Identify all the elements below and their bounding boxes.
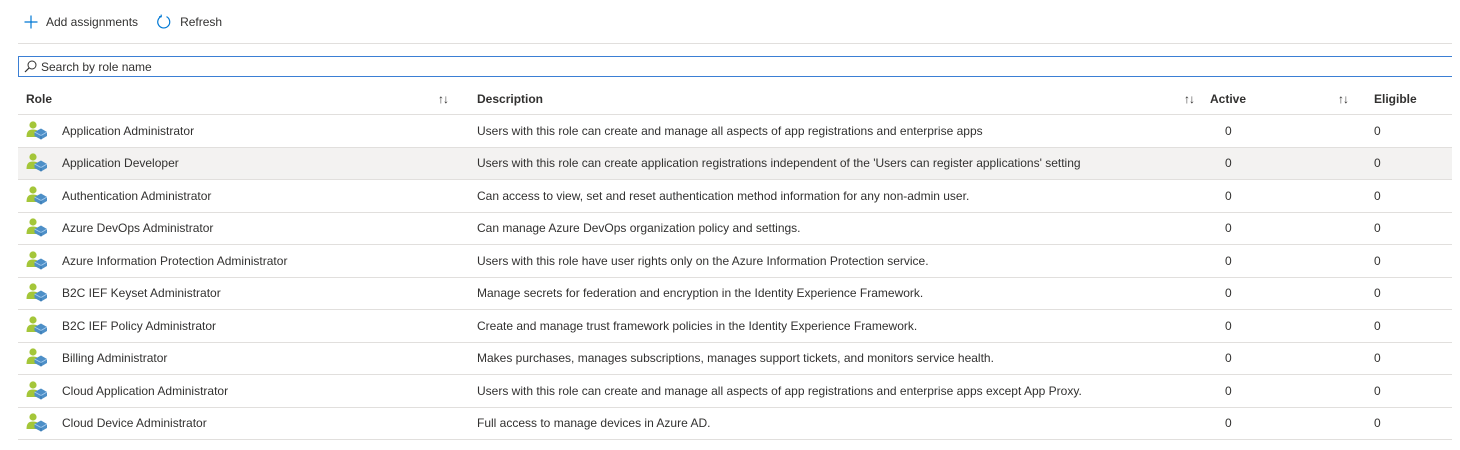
active-count: 0	[1225, 221, 1232, 236]
header-active[interactable]: Active	[1210, 92, 1246, 106]
grid-header: Role ↑↓ Description ↑↓ Active ↑↓ Eligibl…	[18, 83, 1452, 115]
active-count: 0	[1225, 188, 1232, 203]
role-description: Users with this role can create applicat…	[477, 156, 1081, 171]
header-eligible[interactable]: Eligible	[1374, 92, 1417, 106]
eligible-count: 0	[1374, 221, 1381, 236]
table-row[interactable]: Application Developer Users with this ro…	[18, 147, 1452, 180]
table-row[interactable]: Cloud Device Administrator Full access t…	[18, 408, 1452, 440]
role-user-icon	[25, 120, 47, 142]
active-count: 0	[1225, 318, 1232, 333]
role-user-icon	[25, 185, 47, 207]
role-name: B2C IEF Policy Administrator	[62, 318, 217, 333]
table-row[interactable]: Authentication Administrator Can access …	[18, 180, 1452, 213]
active-count: 0	[1225, 156, 1232, 171]
table-row[interactable]: B2C IEF Keyset Administrator Manage secr…	[18, 278, 1452, 310]
table-row[interactable]: Azure Information Protection Administrat…	[18, 245, 1452, 278]
sort-role-icon[interactable]: ↑↓	[438, 92, 449, 106]
role-description: Users with this role can create and mana…	[477, 383, 1082, 398]
grid-body: Application Administrator Users with thi…	[18, 115, 1452, 440]
role-name: Application Administrator	[62, 123, 195, 138]
role-description: Full access to manage devices in Azure A…	[477, 416, 711, 431]
role-description: Create and manage trust framework polici…	[477, 318, 918, 333]
role-user-icon	[25, 152, 47, 174]
search-input[interactable]	[41, 57, 1452, 76]
role-description: Manage secrets for federation and encryp…	[477, 286, 924, 301]
eligible-count: 0	[1374, 318, 1381, 333]
active-count: 0	[1225, 383, 1232, 398]
eligible-count: 0	[1374, 416, 1381, 431]
table-row[interactable]: Cloud Application Administrator Users wi…	[18, 375, 1452, 408]
role-user-icon	[25, 347, 47, 369]
role-name: B2C IEF Keyset Administrator	[62, 286, 221, 301]
role-name: Application Developer	[62, 156, 179, 171]
header-role[interactable]: Role	[26, 92, 52, 106]
add-assignments-label: Add assignments	[46, 14, 139, 29]
role-name: Cloud Device Administrator	[62, 416, 207, 431]
table-row[interactable]: Azure DevOps Administrator Can manage Az…	[18, 213, 1452, 245]
refresh-label: Refresh	[180, 14, 223, 29]
eligible-count: 0	[1374, 351, 1381, 366]
role-user-icon	[25, 380, 47, 402]
active-count: 0	[1225, 253, 1232, 268]
eligible-count: 0	[1374, 383, 1381, 398]
active-count: 0	[1225, 416, 1232, 431]
header-description[interactable]: Description	[477, 92, 543, 106]
search-box	[18, 56, 1452, 77]
role-description: Can access to view, set and reset authen…	[477, 188, 970, 203]
role-user-icon	[25, 315, 47, 337]
role-description: Users with this role can create and mana…	[477, 123, 983, 138]
table-row[interactable]: Billing Administrator Makes purchases, m…	[18, 343, 1452, 375]
role-description: Users with this role have user rights on…	[477, 253, 929, 268]
role-name: Cloud Application Administrator	[62, 383, 229, 398]
role-name: Billing Administrator	[62, 351, 168, 366]
active-count: 0	[1225, 351, 1232, 366]
plus-icon	[24, 15, 38, 28]
refresh-button[interactable]: Refresh	[150, 8, 228, 36]
table-row[interactable]: Application Administrator Users with thi…	[18, 115, 1452, 148]
role-name: Azure DevOps Administrator	[62, 221, 214, 236]
role-user-icon	[25, 282, 47, 304]
eligible-count: 0	[1374, 253, 1381, 268]
sort-active-icon[interactable]: ↑↓	[1338, 92, 1349, 106]
eligible-count: 0	[1374, 156, 1381, 171]
eligible-count: 0	[1374, 286, 1381, 301]
role-description: Can manage Azure DevOps organization pol…	[477, 221, 801, 236]
table-row[interactable]: B2C IEF Policy Administrator Create and …	[18, 310, 1452, 343]
eligible-count: 0	[1374, 123, 1381, 138]
active-count: 0	[1225, 286, 1232, 301]
role-description: Makes purchases, manages subscriptions, …	[477, 351, 994, 366]
add-assignments-button[interactable]: Add assignments	[18, 8, 144, 36]
role-user-icon	[25, 217, 47, 239]
eligible-count: 0	[1374, 188, 1381, 203]
sort-description-icon[interactable]: ↑↓	[1184, 92, 1195, 106]
role-name: Azure Information Protection Administrat…	[62, 253, 288, 268]
refresh-icon	[157, 14, 171, 29]
role-user-icon	[25, 412, 47, 434]
search-icon	[24, 60, 37, 73]
role-name: Authentication Administrator	[62, 188, 212, 203]
roles-grid: Role ↑↓ Description ↑↓ Active ↑↓ Eligibl…	[18, 83, 1452, 440]
command-bar: Add assignments Refresh	[18, 0, 1452, 44]
active-count: 0	[1225, 123, 1232, 138]
role-user-icon	[25, 250, 47, 272]
